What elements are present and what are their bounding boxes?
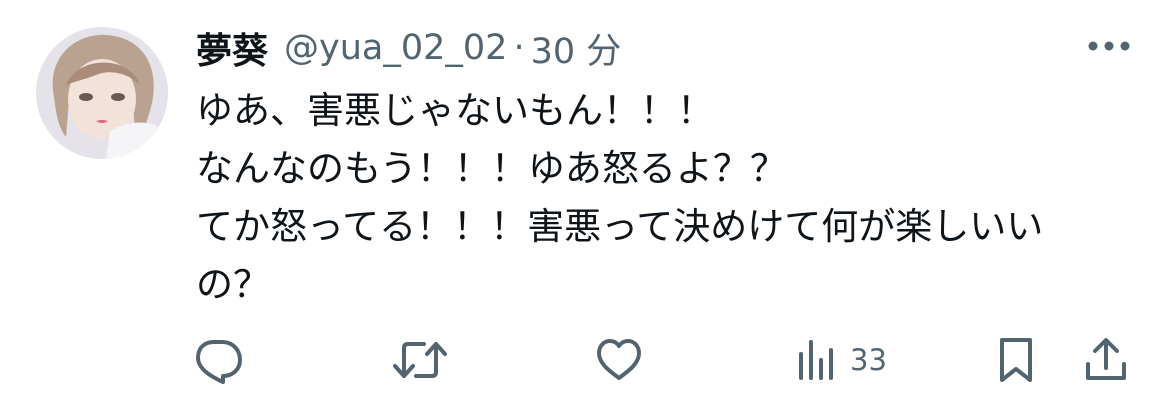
views-button[interactable]: 33 xyxy=(796,336,887,384)
separator-dot: · xyxy=(513,28,525,68)
reply-icon xyxy=(196,340,242,384)
views-icon xyxy=(799,340,833,380)
like-icon xyxy=(597,339,641,380)
reply-button[interactable] xyxy=(192,336,244,384)
tweet-text-line: の？ xyxy=(196,263,270,306)
avatar[interactable] xyxy=(36,27,168,159)
retweet-icon xyxy=(393,342,447,378)
more-icon[interactable] xyxy=(1086,34,1132,58)
display-name[interactable]: 夢葵 xyxy=(196,22,268,74)
tweet-text-line: てか怒ってる！！！害悪って決めけて何が楽しいい xyxy=(196,205,1044,248)
tweet-text: ゆあ、害悪じゃないもん！！！ なんなのもう！！！ゆあ怒るよ？？ てか怒ってる！！… xyxy=(196,82,1146,314)
bookmark-icon xyxy=(1000,338,1032,382)
tweet-text-line: なんなのもう！！！ゆあ怒るよ？？ xyxy=(196,147,787,190)
action-bar: 33 xyxy=(0,330,1170,390)
tweet-header: 夢葵 @yua_02_02 · 30 分 xyxy=(196,22,621,74)
tweet[interactable]: 夢葵 @yua_02_02 · 30 分 ゆあ、害悪じゃないもん！！！ なんなの… xyxy=(0,0,1170,420)
bookmark-button[interactable] xyxy=(996,336,1036,384)
user-handle[interactable]: @yua_02_02 xyxy=(284,28,507,68)
share-button[interactable] xyxy=(1084,336,1128,384)
retweet-button[interactable] xyxy=(392,336,448,384)
tweet-text-line: ゆあ、害悪じゃないもん！！！ xyxy=(196,89,714,132)
share-icon xyxy=(1086,338,1126,380)
like-button[interactable] xyxy=(594,336,644,384)
timestamp[interactable]: 30 分 xyxy=(531,23,622,74)
views-count: 33 xyxy=(850,343,887,377)
